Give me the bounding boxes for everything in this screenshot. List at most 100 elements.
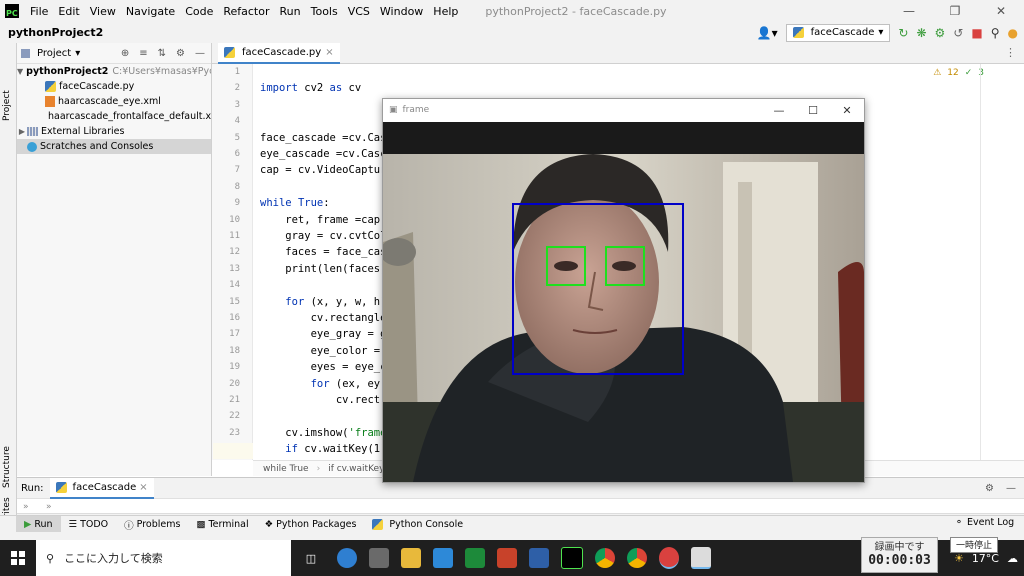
maximize-icon[interactable]: ☐ [796, 104, 830, 117]
code-line[interactable]: cap = cv.VideoCaptur [260, 164, 386, 176]
close-icon[interactable]: ✕ [978, 4, 1024, 18]
code-line[interactable]: eye_cascade =cv.Casca [260, 148, 393, 160]
run-configuration-select[interactable]: faceCascade ▾ [785, 23, 891, 42]
code-line[interactable]: ret, frame =cap.r [260, 214, 392, 226]
debug-icon[interactable]: ❋ [916, 27, 926, 39]
gear-icon[interactable]: ⚙ [985, 483, 994, 494]
pycharm-icon[interactable] [561, 547, 583, 569]
menu-code[interactable]: Code [180, 5, 218, 18]
code-line[interactable]: while True: [260, 197, 330, 209]
rerun-icon[interactable]: ↻ [898, 27, 908, 39]
tool-python-packages[interactable]: ❖ Python Packages [257, 516, 365, 533]
breadcrumb-item[interactable]: while True [263, 464, 309, 474]
run-tab-facecascade[interactable]: faceCascade × [49, 477, 154, 499]
hide-icon[interactable]: — [195, 48, 205, 59]
chevron-down-icon[interactable]: ▼ [17, 67, 23, 76]
store-icon[interactable] [369, 548, 389, 568]
news-icon[interactable] [497, 548, 517, 568]
code-line[interactable]: faces = face_casc [260, 246, 392, 258]
expand-all-icon[interactable]: ⇅ [158, 48, 166, 59]
gear-icon[interactable]: ⚙ [176, 48, 185, 59]
more-options-icon[interactable]: ⋮ [1005, 46, 1016, 59]
tool-run[interactable]: ▶ Run [16, 516, 61, 533]
menu-edit[interactable]: Edit [53, 5, 84, 18]
search-icon[interactable]: ⚲ [991, 27, 1000, 39]
expand-icon[interactable]: » [17, 502, 29, 512]
excel-icon[interactable] [465, 548, 485, 568]
tool-terminal[interactable]: ▩ Terminal [188, 516, 256, 533]
collapse-all-icon[interactable]: ≡ [139, 48, 147, 59]
frame-title-bar[interactable]: ▣ frame — ☐ ✕ [383, 99, 864, 121]
menu-tools[interactable]: Tools [306, 5, 343, 18]
close-icon[interactable]: ✕ [830, 104, 864, 117]
menu-file[interactable]: File [25, 5, 53, 18]
menu-window[interactable]: Window [375, 5, 428, 18]
code-line[interactable]: eyes = eye_c [260, 361, 387, 373]
weather-temperature[interactable]: 17°C [972, 552, 999, 565]
minimize-icon[interactable]: — [886, 4, 932, 18]
close-tab-icon[interactable]: × [325, 47, 333, 58]
locate-icon[interactable]: ⊕ [121, 48, 129, 59]
mail-icon[interactable] [433, 548, 453, 568]
user-icon[interactable]: 👤▾ [757, 27, 778, 39]
chrome-icon[interactable] [595, 548, 615, 568]
tree-item-scratches[interactable]: Scratches and Consoles [17, 139, 211, 154]
recorder-icon[interactable] [659, 547, 679, 569]
recording-indicator[interactable]: 録画中です 00:00:03 [861, 537, 938, 573]
inspection-widget[interactable]: ⚠ 12 ✓ 3 [933, 68, 984, 78]
structure-tool-button[interactable]: Structure [2, 446, 12, 488]
code-line[interactable]: import cv2 as cv [260, 82, 361, 94]
code-line[interactable]: cv.imshow('frame [260, 427, 386, 439]
updates-icon[interactable]: ● [1008, 27, 1018, 39]
tree-item-face-xml[interactable]: haarcascade_frontalface_default.xml [17, 109, 211, 124]
code-line[interactable]: cv.rectangle [260, 312, 387, 324]
code-line[interactable]: for (ex, ey [260, 378, 381, 390]
hide-icon[interactable]: — [1006, 483, 1016, 494]
word-icon[interactable] [529, 548, 549, 568]
code-line[interactable]: if cv.waitKey(1) [260, 443, 386, 455]
menu-help[interactable]: Help [428, 5, 463, 18]
menu-view[interactable]: View [85, 5, 121, 18]
run-console-output[interactable]: » » [17, 499, 1024, 514]
tool-python-console[interactable]: Python Console [364, 516, 471, 533]
code-line[interactable]: face_cascade =cv.Casc [260, 132, 393, 144]
chevron-right-icon[interactable]: ▶ [17, 127, 27, 136]
profile-icon[interactable]: ↺ [953, 27, 963, 39]
menu-vcs[interactable]: VCS [343, 5, 375, 18]
coverage-icon[interactable]: ⚙ [935, 27, 946, 39]
close-tab-icon[interactable]: × [139, 482, 147, 493]
project-tool-button[interactable]: Project [2, 90, 12, 121]
code-line[interactable]: eye_gray = g [260, 328, 387, 340]
tool-problems[interactable]: ⓘ Problems [116, 516, 188, 533]
chevron-down-icon[interactable]: ▾ [75, 48, 80, 59]
python-window-icon[interactable] [691, 547, 711, 569]
taskbar-search[interactable]: ⚲ ここに入力して検索 [36, 540, 291, 576]
pause-recording-button[interactable]: 一時停止 [950, 537, 998, 553]
code-line[interactable]: cv.rect [260, 394, 380, 406]
chrome-icon[interactable] [627, 548, 647, 568]
task-view-icon[interactable]: ◫ [291, 552, 331, 565]
start-button[interactable] [0, 540, 36, 576]
menu-refactor[interactable]: Refactor [218, 5, 274, 18]
project-view-label[interactable]: Project [37, 48, 71, 59]
event-log-button[interactable]: ⚬ Event Log [955, 517, 1014, 528]
code-line[interactable]: print(len(faces) [260, 263, 386, 275]
code-line[interactable]: for (x, y, w, h) [260, 296, 386, 308]
stop-icon[interactable]: ■ [971, 27, 982, 39]
tree-item-facecascade[interactable]: faceCascade.py [17, 79, 211, 94]
file-explorer-icon[interactable] [401, 548, 421, 568]
tree-item-eye-xml[interactable]: haarcascade_eye.xml [17, 94, 211, 109]
tab-facecascade[interactable]: faceCascade.py × [218, 43, 340, 64]
tree-item-project-root[interactable]: ▼ pythonProject2 C:¥Users¥masas¥Pycharm [17, 64, 211, 79]
tree-item-external-libraries[interactable]: ▶ External Libraries [17, 124, 211, 139]
cloud-icon[interactable]: ☁ [1007, 552, 1018, 565]
menu-run[interactable]: Run [275, 5, 306, 18]
restore-icon[interactable]: ❐ [932, 4, 978, 18]
opencv-frame-window[interactable]: ▣ frame — ☐ ✕ [382, 98, 865, 483]
code-line[interactable]: gray = cv.cvtColo [260, 230, 392, 242]
edge-icon[interactable] [337, 548, 357, 568]
project-breadcrumb[interactable]: pythonProject2 [0, 26, 103, 39]
menu-navigate[interactable]: Navigate [121, 5, 180, 18]
minimize-icon[interactable]: — [762, 104, 796, 117]
tool-todo[interactable]: ☰ TODO [61, 516, 117, 533]
